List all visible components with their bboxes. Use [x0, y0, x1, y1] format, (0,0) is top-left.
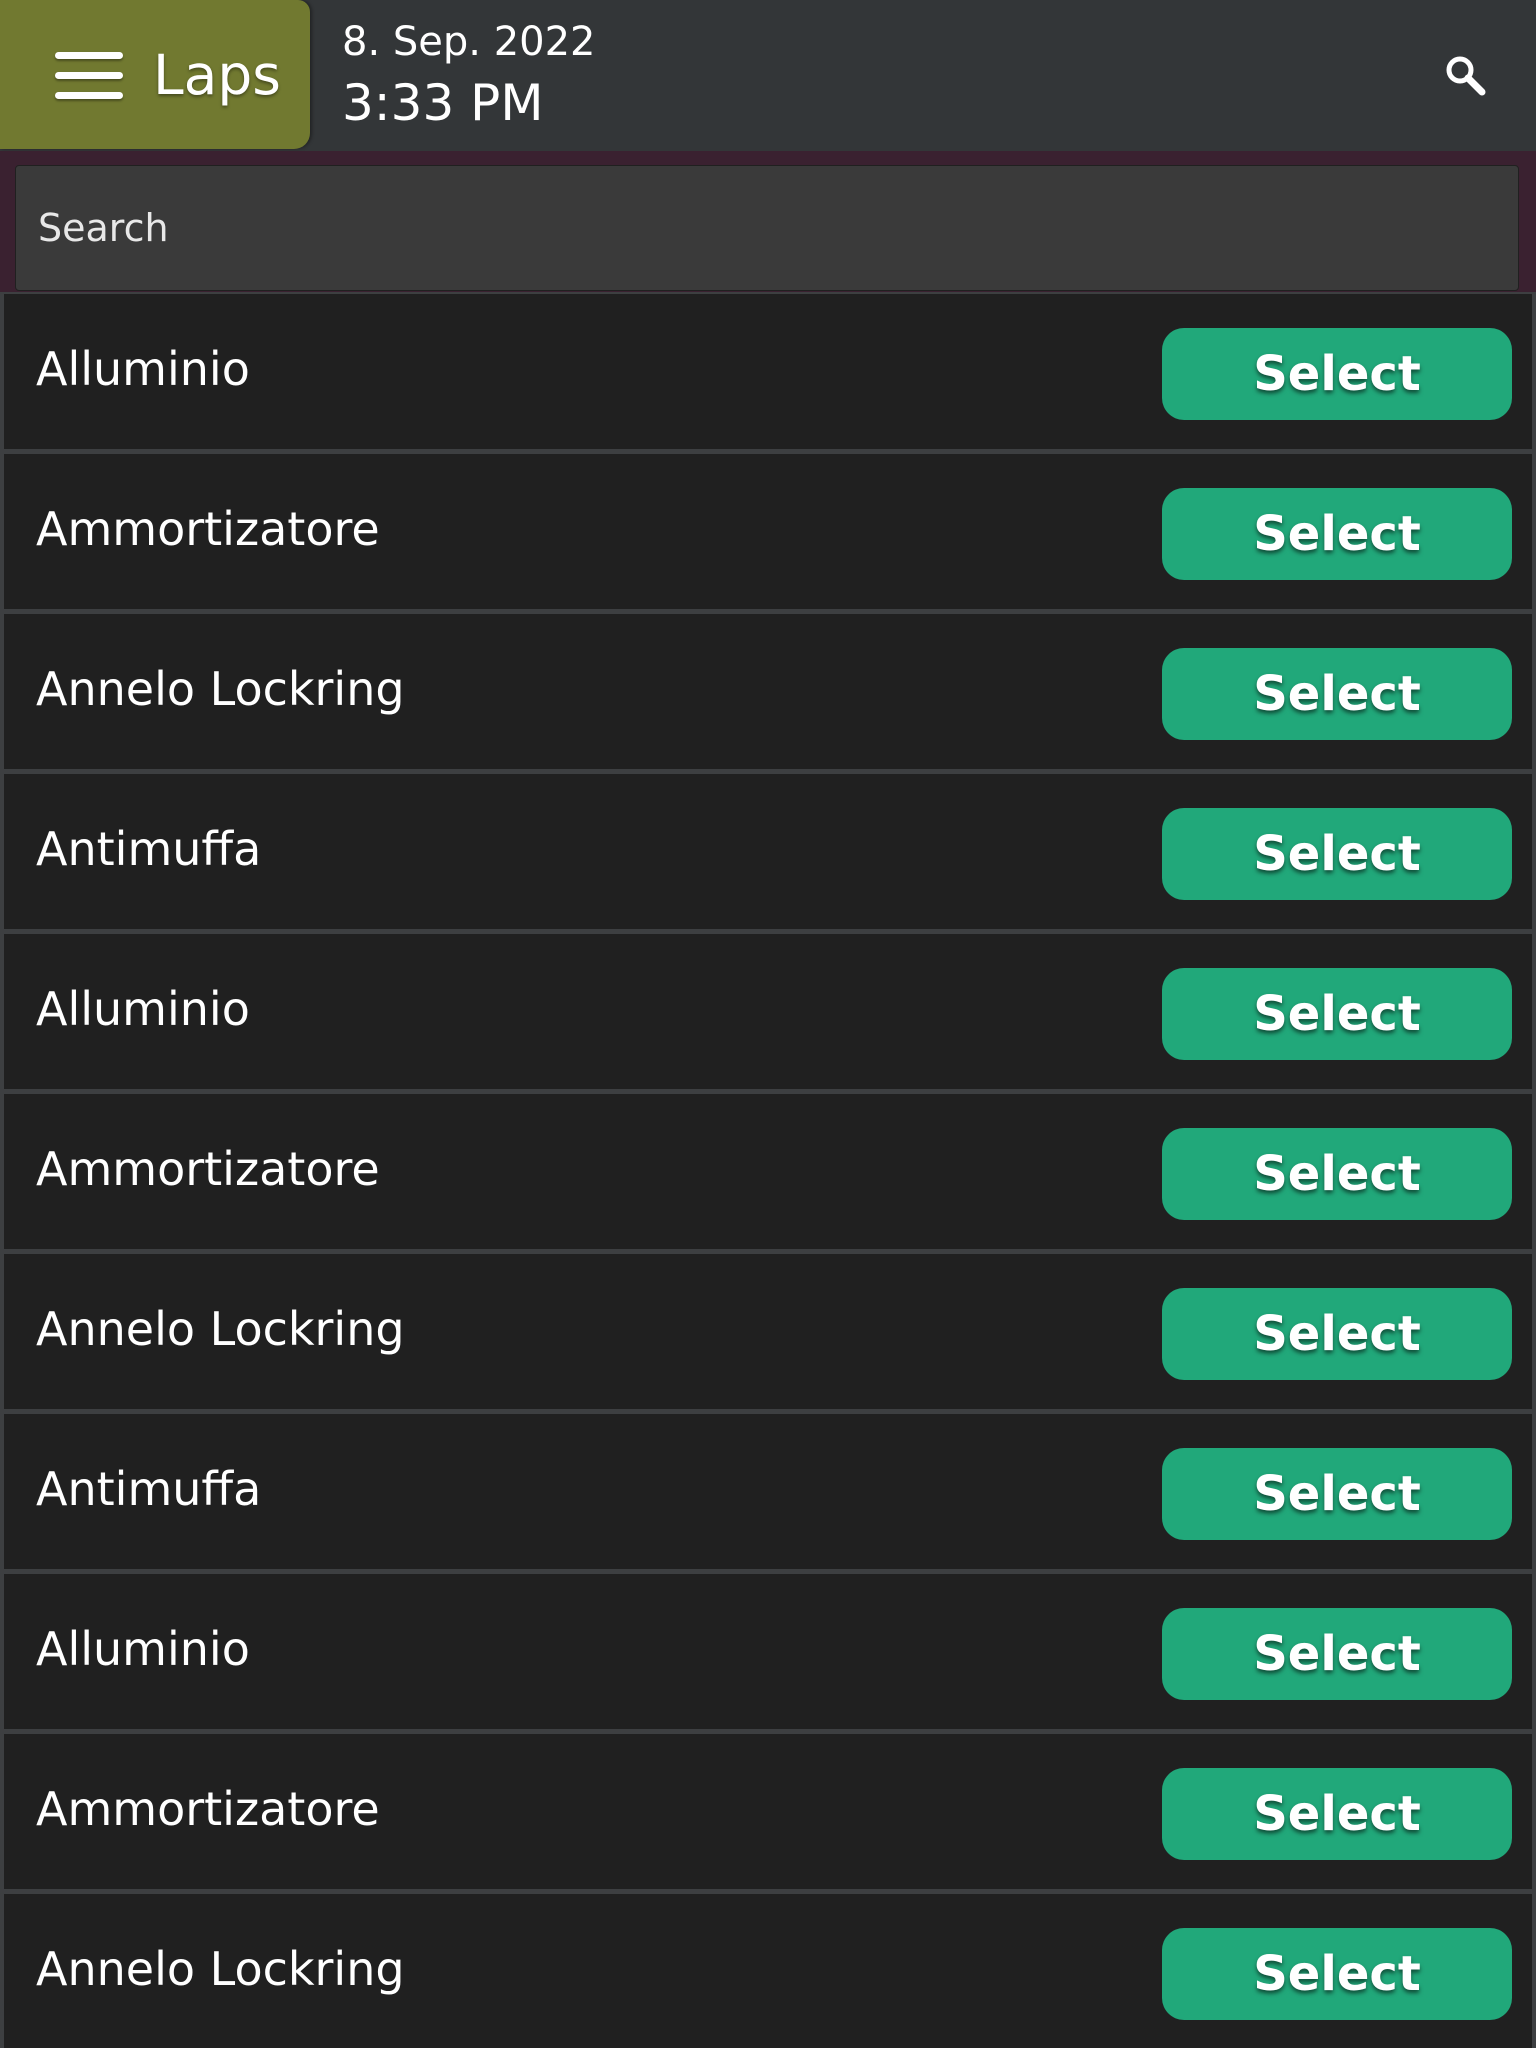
item-list: Alluminio Select Ammortizatore Select Annelo… [0, 292, 1536, 2048]
select-button[interactable]: Select [1162, 808, 1512, 900]
search-bar [0, 151, 1536, 292]
select-button[interactable]: Select [1162, 1928, 1512, 2020]
list-item: Alluminio Select [4, 934, 1532, 1089]
list-item-label: Ammortizatore [36, 1782, 380, 1836]
list-item-label: Antimuffa [36, 822, 262, 876]
select-button[interactable]: Select [1162, 1448, 1512, 1540]
list-item-label: Annelo Lockring [36, 662, 405, 716]
list-item: Annelo Lockring Select [4, 1254, 1532, 1409]
search-icon[interactable] [1444, 54, 1488, 98]
list-item-label: Ammortizatore [36, 502, 380, 556]
select-button[interactable]: Select [1162, 328, 1512, 420]
select-button[interactable]: Select [1162, 968, 1512, 1060]
menu-button[interactable]: Laps [0, 0, 310, 149]
list-item: Annelo Lockring Select [4, 614, 1532, 769]
list-item-label: Alluminio [36, 1622, 250, 1676]
list-item: Ammortizatore Select [4, 454, 1532, 609]
select-button[interactable]: Select [1162, 1608, 1512, 1700]
list-item-label: Ammortizatore [36, 1142, 380, 1196]
list-item-label: Alluminio [36, 342, 250, 396]
top-bar: Laps 8. Sep. 2022 3:33 PM [0, 0, 1536, 151]
app-screen: Laps 8. Sep. 2022 3:33 PM Alluminio Selec… [0, 0, 1536, 2048]
list-item: Ammortizatore Select [4, 1094, 1532, 1249]
header-date: 8. Sep. 2022 [342, 19, 596, 65]
page-title: Laps [153, 43, 281, 107]
select-button[interactable]: Select [1162, 1768, 1512, 1860]
list-item-label: Annelo Lockring [36, 1302, 405, 1356]
header-time: 3:33 PM [342, 74, 544, 132]
search-input[interactable] [15, 165, 1519, 291]
list-item: Antimuffa Select [4, 1414, 1532, 1569]
list-item-label: Alluminio [36, 982, 250, 1036]
list-item-label: Annelo Lockring [36, 1942, 405, 1996]
select-button[interactable]: Select [1162, 1128, 1512, 1220]
hamburger-icon[interactable] [55, 52, 123, 100]
list-item: Antimuffa Select [4, 774, 1532, 929]
list-item: Ammortizatore Select [4, 1734, 1532, 1889]
select-button[interactable]: Select [1162, 1288, 1512, 1380]
list-item: Alluminio Select [4, 294, 1532, 449]
list-item-label: Antimuffa [36, 1462, 262, 1516]
list-item: Annelo Lockring Select [4, 1894, 1532, 2048]
select-button[interactable]: Select [1162, 488, 1512, 580]
select-button[interactable]: Select [1162, 648, 1512, 740]
list-item: Alluminio Select [4, 1574, 1532, 1729]
